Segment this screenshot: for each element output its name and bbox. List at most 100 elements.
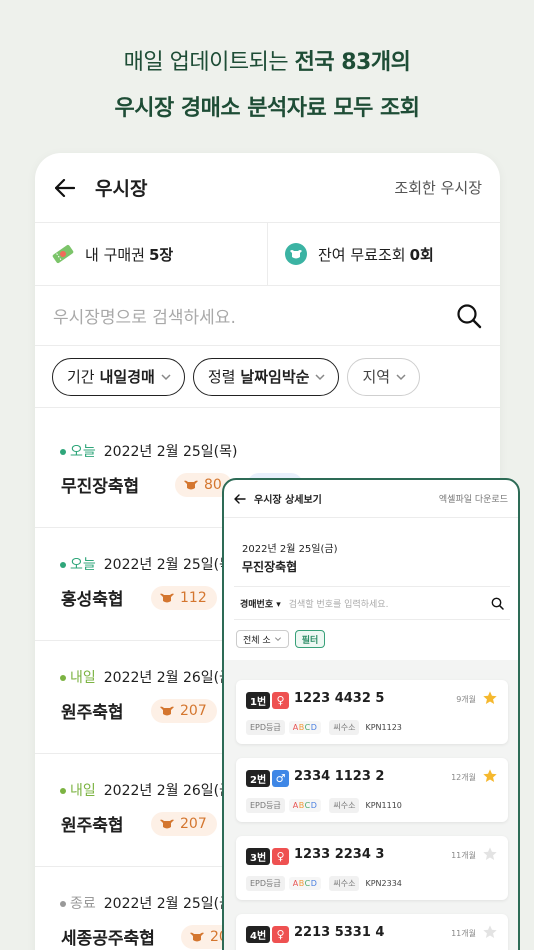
detail-search-input[interactable]: 검색할 번호를 입력하세요.: [289, 597, 491, 610]
cattle-card[interactable]: 3번 ♀ 1233 2234 3 11개월 EPD등급 ABCD 씨수소 KPN2334: [236, 836, 508, 900]
cattle-count-badge: 207: [151, 812, 217, 836]
epd-grades: ABCD: [288, 721, 322, 734]
market-status: 내일: [60, 670, 96, 686]
epd-label: EPD등급: [246, 876, 285, 891]
free-value: 0회: [409, 245, 434, 264]
lot-number: 4번: [246, 926, 271, 943]
filter-bar: 기간 내일경매 정렬 날짜임박순 지역: [35, 346, 500, 408]
market-date-text: 2022년 2월 25일(목): [103, 444, 238, 460]
ticket-icon: [51, 242, 75, 266]
detail-panel: 우시장 상세보기 엑셀파일 다운로드 2022년 2월 25일(금) 무진장축협…: [222, 478, 520, 950]
epd-info: EPD등급 ABCD 씨수소 KPN1123: [246, 720, 408, 735]
cattle-count: 207: [180, 816, 207, 832]
filter-sort-value: 날짜임박순: [240, 368, 310, 386]
filter-period-label: 기간: [67, 368, 95, 386]
filter-region-label: 지역: [362, 368, 391, 386]
lot-number: 2번: [246, 770, 271, 787]
market-name: 원주축협: [61, 816, 124, 836]
status-dot: [60, 562, 66, 568]
filter-region[interactable]: 지역: [347, 357, 421, 396]
cattle-id: 2213 5331 4: [294, 925, 385, 940]
cattle-card[interactable]: 2번 ♂ 2334 1123 2 12개월 EPD등급 ABCD 씨수소 KPN1110: [236, 758, 508, 822]
excel-download-link[interactable]: 엑셀파일 다운로드: [439, 492, 508, 505]
market-status-label: 종료: [70, 896, 96, 912]
market-status: 종료: [60, 896, 96, 912]
search-bar[interactable]: 우시장명으로 검색하세요.: [35, 286, 500, 346]
filter-period[interactable]: 기간 내일경매: [52, 357, 185, 396]
male-icon: ♂: [272, 770, 289, 787]
status-dot: [60, 788, 66, 794]
cattle-count: 80: [204, 477, 222, 493]
market-name: 홍성축협: [61, 590, 124, 610]
search-input[interactable]: 우시장명으로 검색하세요.: [53, 303, 456, 328]
female-icon: ♀: [272, 926, 289, 943]
cow-head-icon: [160, 819, 174, 829]
star-icon[interactable]: [482, 768, 498, 784]
sire-label: 씨수소: [329, 798, 360, 813]
sire-value: KPN1123: [365, 723, 402, 732]
back-arrow-icon[interactable]: [53, 176, 77, 200]
free-count[interactable]: 잔여 무료조회 0회: [267, 223, 500, 285]
filter-sort[interactable]: 정렬 날짜임박순: [192, 357, 340, 396]
cow-icon: [284, 242, 308, 266]
market-status-label: 오늘: [70, 557, 96, 573]
search-icon[interactable]: [491, 597, 504, 610]
filter-button[interactable]: 필터: [294, 630, 326, 648]
back-arrow-icon[interactable]: [234, 493, 246, 504]
star-icon[interactable]: [482, 690, 498, 706]
epd-grade-letter: D: [310, 723, 318, 732]
cattle-count-badge: 112: [151, 586, 217, 610]
market-date-text: 2022년 2월 26일(금: [103, 670, 232, 686]
ticket-value: 5장: [148, 245, 174, 264]
female-icon: ♀: [272, 692, 289, 709]
epd-grade-letter: D: [310, 879, 318, 888]
ticket-bar: 내 구매권 5장 잔여 무료조회 0회: [35, 223, 500, 286]
page-title: 우시장: [95, 178, 148, 200]
lot-number: 3번: [246, 848, 271, 865]
epd-grades: ABCD: [288, 799, 322, 812]
epd-grades: ABCD: [288, 877, 322, 890]
sire-value: KPN1110: [365, 801, 402, 810]
epd-label: EPD등급: [246, 720, 285, 735]
cattle-card[interactable]: 1번 ♀ 1223 4432 5 9개월 EPD등급 ABCD 씨수소 KPN1123: [236, 680, 508, 744]
market-name: 원주축협: [61, 703, 124, 723]
cattle-count: 207: [180, 703, 207, 719]
star-icon[interactable]: [482, 846, 498, 862]
filter-period-value: 내일경매: [99, 368, 155, 386]
status-dot: [60, 449, 66, 455]
ticket-label: 내 구매권: [85, 245, 145, 264]
chevron-down-icon: [315, 373, 325, 380]
cattle-age: 11개월: [451, 929, 476, 938]
market-date: 내일 2022년 2월 26일(금: [60, 780, 232, 800]
market-date-text: 2022년 2월 25일(목: [103, 557, 232, 573]
epd-info: EPD등급 ABCD 씨수소 KPN2334: [246, 876, 408, 891]
sire-value: KPN2334: [365, 879, 402, 888]
search-icon[interactable]: [456, 303, 482, 329]
market-date: 오늘 2022년 2월 25일(목: [60, 554, 232, 574]
search-type-select[interactable]: 경매번호 ▾: [240, 597, 281, 610]
viewed-markets-link[interactable]: 조회한 우시장: [394, 177, 482, 198]
sire-label: 씨수소: [329, 876, 360, 891]
market-date: 오늘 2022년 2월 25일(목): [60, 441, 237, 461]
market-name: 무진장축협: [61, 477, 140, 497]
market-date: 내일 2022년 2월 26일(금: [60, 667, 232, 687]
cattle-age: 9개월: [456, 695, 476, 704]
market-status: 내일: [60, 783, 96, 799]
star-icon[interactable]: [482, 924, 498, 940]
detail-search-bar[interactable]: 경매번호 ▾ 검색할 번호를 입력하세요.: [234, 586, 510, 620]
market-date-text: 2022년 2월 25일(금: [103, 896, 232, 912]
headline-line1: 매일 업데이트되는 전국 83개의: [0, 44, 534, 76]
cattle-card[interactable]: 4번 ♀ 2213 5331 4 11개월: [236, 914, 508, 950]
cattle-card-list: 1번 ♀ 1223 4432 5 9개월 EPD등급 ABCD 씨수소 KPN1123 2번 ♂ 2…: [224, 660, 518, 950]
market-status: 오늘: [60, 557, 96, 573]
epd-grade-letter: D: [310, 801, 318, 810]
detail-title: 우시장 상세보기: [254, 495, 322, 506]
detail-filter-row: 전체 소 필터: [236, 630, 326, 648]
detail-date: 2022년 2월 25일(금): [242, 544, 338, 555]
ticket-count[interactable]: 내 구매권 5장: [35, 223, 267, 285]
cattle-type-select[interactable]: 전체 소: [236, 630, 289, 648]
chevron-down-icon: [396, 373, 406, 380]
cow-head-icon: [184, 480, 198, 490]
cattle-age: 12개월: [451, 773, 476, 782]
cattle-count: 112: [180, 590, 207, 606]
